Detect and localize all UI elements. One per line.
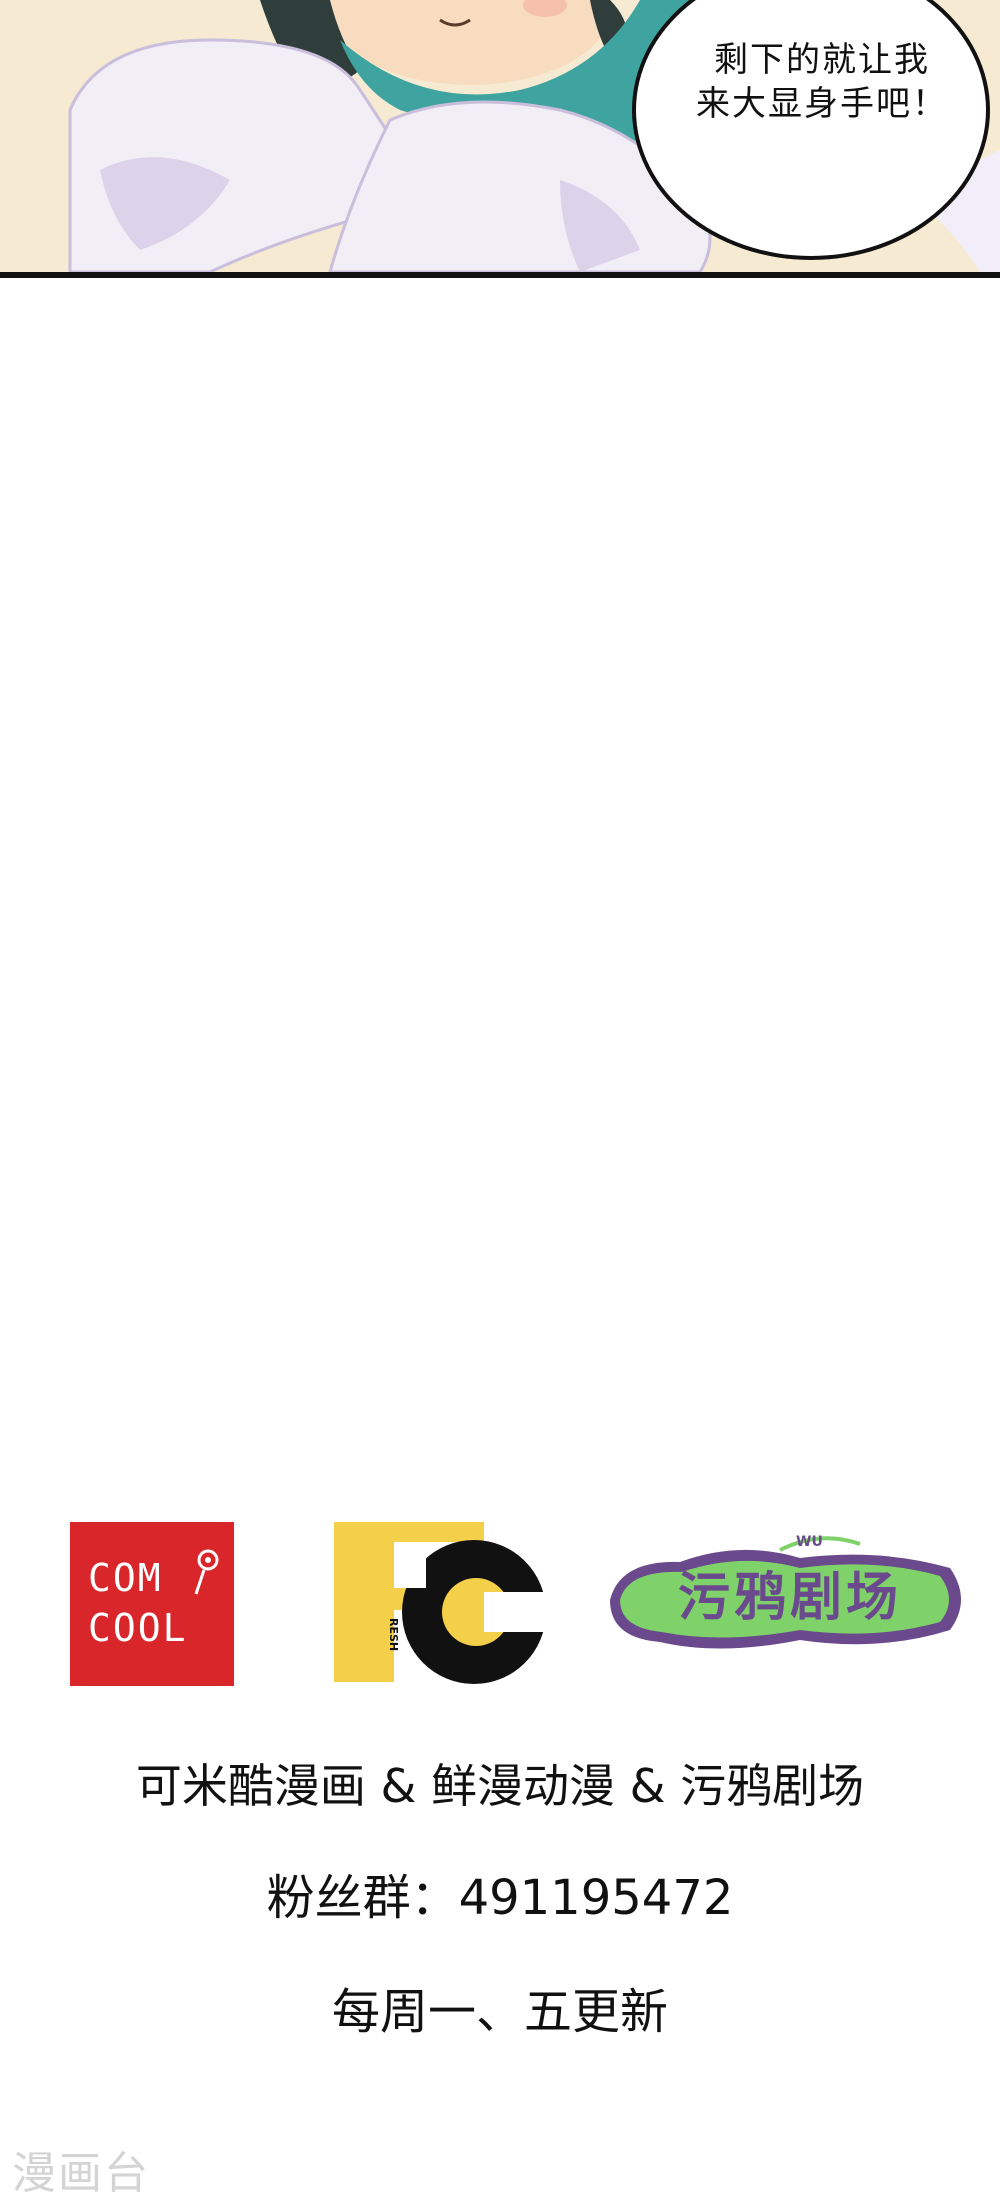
speech-bubble-text: 剩下的就让我 来大显身手吧！ xyxy=(672,38,972,126)
comic-page: 剩下的就让我 来大显身手吧！ COM COOL RESH OMIC 污鸦剧场 W… xyxy=(0,0,1000,2207)
update-schedule: 每周一、五更新 xyxy=(331,1984,668,2040)
fresh-comic-side-left: RESH xyxy=(387,1618,400,1652)
comicool-logo: COM COOL xyxy=(70,1522,234,1686)
fan-group-info: 粉丝群：491195472 xyxy=(266,1870,734,1926)
platform-watermark: 漫画台 xyxy=(12,2148,150,2199)
lollipop-icon xyxy=(194,1549,219,1595)
wuya-theater-text: 污鸦剧场 xyxy=(677,1568,902,1628)
wuya-theater-small-text: WU xyxy=(796,1534,823,1550)
speech-line: 剩下的就让我 xyxy=(714,40,930,80)
wuya-theater-logo: 污鸦剧场 WU xyxy=(600,1530,970,1660)
studio-credits: 可米酷漫画 & 鲜漫动漫 & 污鸦剧场 xyxy=(135,1759,865,1813)
speech-line: 来大显身手吧！ xyxy=(696,84,948,124)
fresh-comic-logo: RESH OMIC xyxy=(334,1522,546,1686)
comic-panel: 剩下的就让我 来大显身手吧！ xyxy=(0,0,1000,278)
